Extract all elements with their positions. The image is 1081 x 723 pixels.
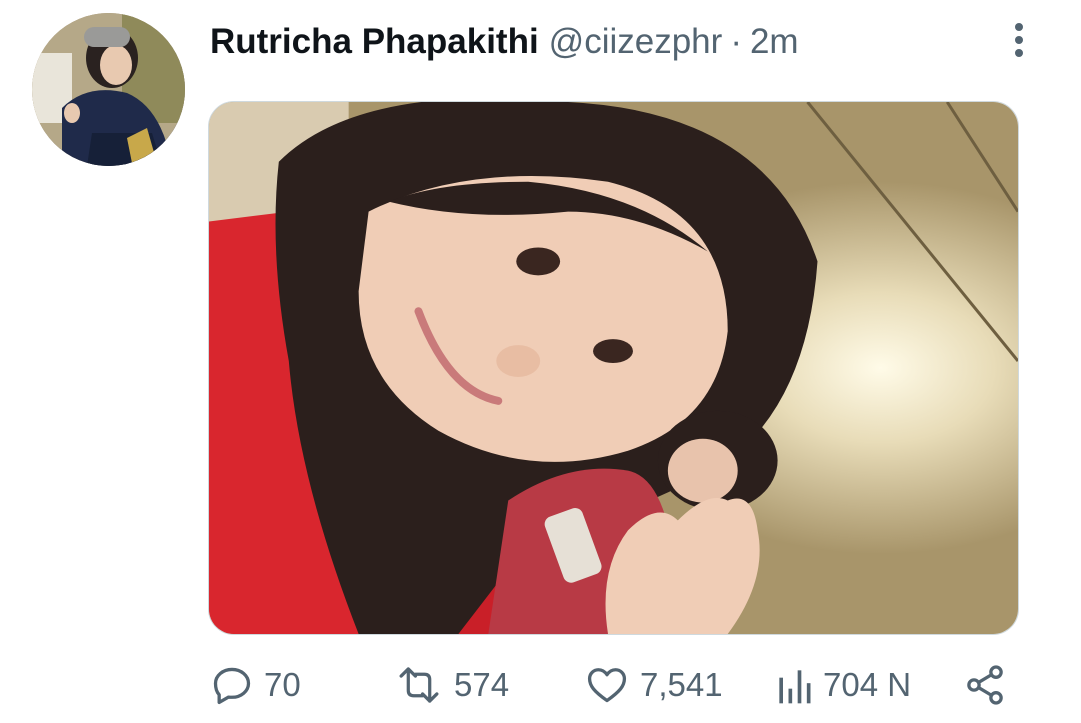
heart-icon (587, 668, 627, 703)
reply-icon (213, 667, 251, 705)
author-handle[interactable]: @ciizezphr (549, 18, 723, 66)
author-name[interactable]: Rutricha Phapakithi (210, 18, 539, 66)
more-vertical-icon (1015, 23, 1023, 57)
more-options-button[interactable] (1004, 20, 1034, 60)
tweet-card: Rutricha Phapakithi @ciizezphr · 2m 70 5… (0, 0, 1081, 723)
retweet-count: 574 (454, 666, 510, 703)
retweet-icon (399, 667, 439, 703)
like-count: 7,541 (640, 666, 723, 703)
tweet-actions: 70 574 7,541 704 N (0, 655, 1081, 715)
views-count: 704 N (823, 666, 912, 703)
retweet-button[interactable]: 574 (394, 655, 509, 715)
reply-button[interactable]: 70 (210, 655, 301, 715)
avatar-photo (32, 13, 185, 166)
tweet-media[interactable] (208, 101, 1019, 635)
like-button[interactable]: 7,541 (584, 655, 723, 715)
reply-count: 70 (264, 666, 301, 703)
share-icon (967, 665, 1003, 705)
selfie-photo (209, 102, 1018, 634)
author-avatar[interactable] (32, 13, 185, 166)
share-button[interactable] (962, 655, 1008, 715)
tweet-header: Rutricha Phapakithi @ciizezphr · 2m (210, 18, 799, 66)
views-icon (779, 670, 811, 704)
views-button[interactable]: 704 N (775, 655, 911, 715)
header-separator: · (730, 22, 742, 61)
tweet-timestamp[interactable]: 2m (750, 18, 799, 66)
